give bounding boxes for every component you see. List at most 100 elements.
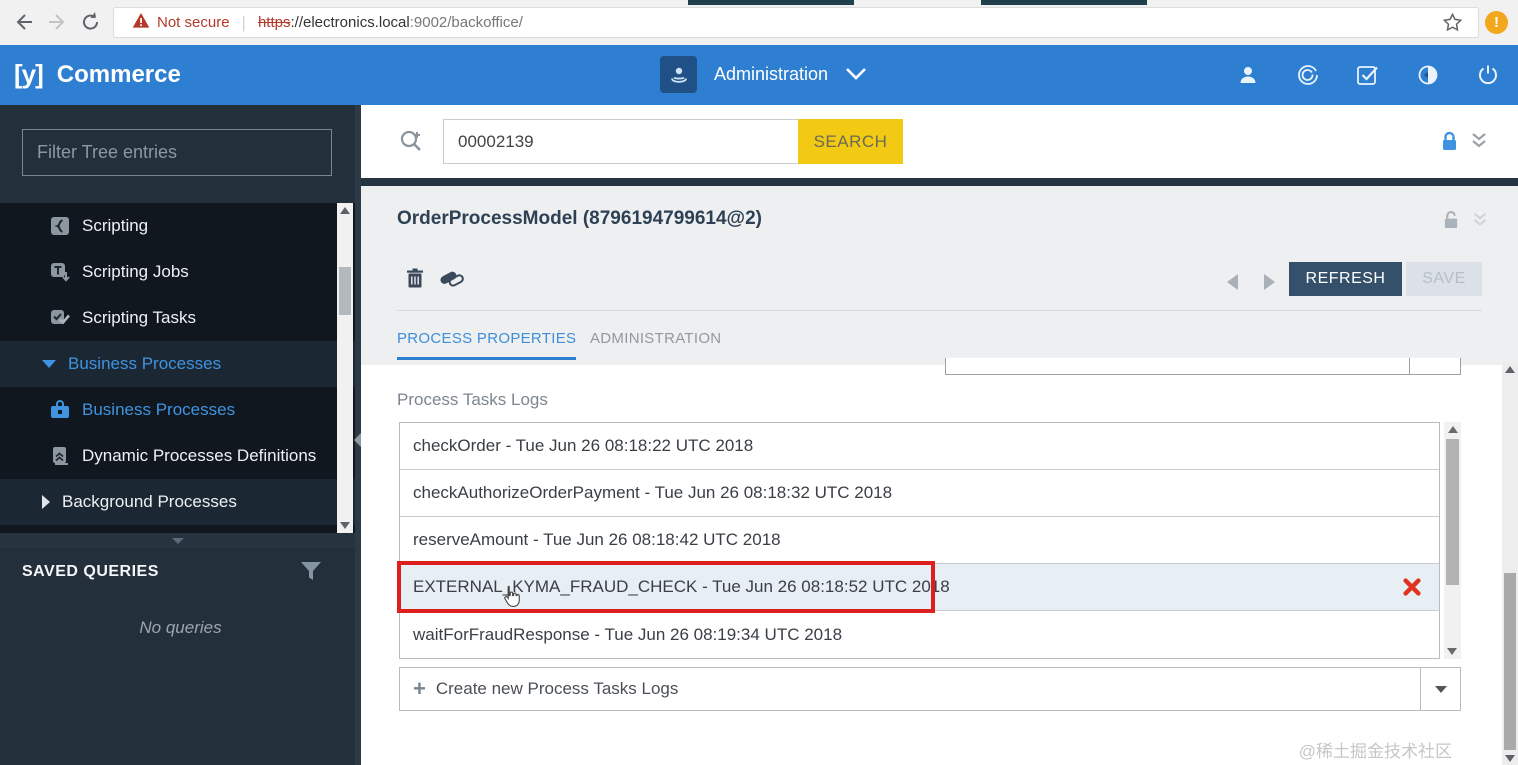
log-row[interactable]: waitForFraudResponse - Tue Jun 26 08:19:… xyxy=(400,611,1439,658)
address-bar[interactable]: Not secure | https ://electronics.local … xyxy=(113,7,1479,38)
script-icon xyxy=(50,216,70,236)
editor-header: OrderProcessModel (8796194799614@2) xyxy=(361,186,1518,250)
scroll-icon xyxy=(50,446,70,466)
forward-button[interactable] xyxy=(45,9,71,35)
tasks-check-icon[interactable] xyxy=(1338,63,1398,87)
browser-chrome: Not secure | https ://electronics.local … xyxy=(0,0,1518,45)
log-row[interactable]: checkOrder - Tue Jun 26 08:18:22 UTC 201… xyxy=(400,423,1439,470)
tree-item-label: Dynamic Processes Definitions xyxy=(82,446,317,465)
collapse-chevrons-icon[interactable] xyxy=(1469,131,1489,156)
search-button[interactable]: SEARCH xyxy=(798,119,903,164)
tree-filter-input[interactable] xyxy=(22,129,332,176)
clipped-combobox[interactable] xyxy=(945,358,1461,375)
scroll-up-icon[interactable] xyxy=(1447,426,1458,433)
editor-content: Process Tasks Logs checkOrder - Tue Jun … xyxy=(361,358,1502,765)
brand: [y] Commerce xyxy=(14,59,181,90)
next-item-icon[interactable] xyxy=(1264,274,1275,290)
caret-right-icon[interactable] xyxy=(42,495,50,509)
list-scrollbar[interactable] xyxy=(1444,422,1461,659)
create-dropdown-button[interactable] xyxy=(1420,667,1461,711)
perspective-label: Administration xyxy=(714,64,829,84)
save-button[interactable]: SAVE xyxy=(1406,262,1482,296)
section-divider xyxy=(361,178,1518,186)
tree-item-business-processes[interactable]: Business Processes xyxy=(0,341,361,387)
perspective-switcher[interactable]: Administration xyxy=(660,56,868,93)
warning-triangle-icon xyxy=(132,12,150,33)
scrollbar-thumb[interactable] xyxy=(339,267,351,315)
remove-entry-icon[interactable] xyxy=(1403,578,1421,596)
browser-tab-remnant[interactable] xyxy=(688,0,854,5)
collapse-chevrons-icon[interactable] xyxy=(1471,211,1489,234)
administration-icon xyxy=(660,56,697,93)
address-separator: | xyxy=(241,12,246,32)
navigation-tree: Scripting Scripting Jobs Scripting Tasks Bu… xyxy=(0,203,361,533)
navigation-sidebar: Scripting Scripting Jobs Scripting Tasks Bu… xyxy=(0,105,361,765)
watermark-text: @稀土掘金技术社区 xyxy=(1298,742,1452,761)
scrollbar-thumb[interactable] xyxy=(1504,573,1516,750)
not-secure-label: Not secure xyxy=(157,14,230,31)
globe-icon[interactable] xyxy=(1398,63,1458,87)
create-new-log-button[interactable]: + Create new Process Tasks Logs xyxy=(399,667,1421,711)
tab-administration[interactable]: ADMINISTRATION xyxy=(590,330,721,347)
script-jobs-icon xyxy=(50,262,70,282)
delete-trash-icon[interactable] xyxy=(406,268,424,294)
tree-item-scripting-jobs[interactable]: Scripting Jobs xyxy=(0,249,361,295)
tree-collapse-divider[interactable] xyxy=(0,533,361,548)
brand-name: Commerce xyxy=(56,60,181,88)
tree-scrollbar[interactable] xyxy=(337,203,353,533)
scroll-up-icon[interactable] xyxy=(340,207,350,214)
refresh-button[interactable]: REFRESH xyxy=(1289,262,1402,296)
link-pills-icon[interactable] xyxy=(439,268,465,295)
tree-item-label: Scripting Jobs xyxy=(82,262,189,281)
browser-tab-remnant[interactable] xyxy=(981,0,1147,5)
tree-item-label: Business Processes xyxy=(68,354,222,373)
scroll-down-icon[interactable] xyxy=(1447,648,1457,655)
appbar-actions xyxy=(1218,45,1518,105)
log-row[interactable]: reserveAmount - Tue Jun 26 08:18:42 UTC … xyxy=(400,517,1439,564)
app-header: [y] Commerce Administration xyxy=(0,45,1518,105)
backoffice-screen: Not secure | https ://electronics.local … xyxy=(0,0,1518,765)
tree-item-label: Business Processes xyxy=(82,400,236,419)
collapse-caret-icon xyxy=(172,538,184,544)
advanced-search-icon[interactable] xyxy=(397,127,425,160)
tree-item-label: Scripting xyxy=(82,216,149,235)
plus-icon: + xyxy=(413,676,426,701)
tree-item-scripting[interactable]: Scripting xyxy=(0,203,361,249)
log-row[interactable]: checkAuthorizeOrderPayment - Tue Jun 26 … xyxy=(400,470,1439,517)
mouse-cursor-icon xyxy=(500,584,522,610)
tree-item-dynamic-processes-definitions[interactable]: Dynamic Processes Definitions xyxy=(0,433,361,479)
caret-down-icon[interactable] xyxy=(42,360,56,368)
previous-item-icon[interactable] xyxy=(1227,274,1238,290)
extension-alert-icon[interactable]: ! xyxy=(1485,11,1508,34)
log-entry-text: reserveAmount - Tue Jun 26 08:18:42 UTC … xyxy=(413,530,781,549)
process-tasks-logs-list: checkOrder - Tue Jun 26 08:18:22 UTC 201… xyxy=(397,422,1440,659)
tree-item-business-processes[interactable]: Business Processes xyxy=(0,387,361,433)
lock-icon[interactable] xyxy=(1441,131,1458,157)
create-new-log-label: Create new Process Tasks Logs xyxy=(435,679,679,698)
tab-process-properties[interactable]: PROCESS PROPERTIES xyxy=(397,330,577,360)
url-path: :9002/backoffice/ xyxy=(409,14,523,31)
log-row[interactable]: EXTERNAL_KYMA_FRAUD_CHECK - Tue Jun 26 0… xyxy=(397,561,1439,613)
user-icon[interactable] xyxy=(1218,64,1278,86)
splitter-collapse-icon[interactable] xyxy=(354,433,361,447)
filter-funnel-icon[interactable] xyxy=(299,560,323,587)
history-icon[interactable] xyxy=(1278,63,1338,87)
hybris-logo: [y] xyxy=(14,59,44,89)
page-scrollbar[interactable] xyxy=(1502,362,1518,765)
script-tasks-icon xyxy=(50,308,70,328)
scroll-down-icon[interactable] xyxy=(1505,755,1515,762)
logout-power-icon[interactable] xyxy=(1458,63,1518,87)
bookmark-star-icon[interactable] xyxy=(1441,11,1464,38)
tree-item-background-processes[interactable]: Background Processes xyxy=(0,479,361,525)
url-scheme: https xyxy=(257,14,291,31)
search-input[interactable] xyxy=(443,119,799,164)
process-tasks-logs-label: Process Tasks Logs xyxy=(397,390,548,409)
scrollbar-thumb[interactable] xyxy=(1446,439,1459,585)
tree-item-label: Background Processes xyxy=(62,492,237,511)
scroll-up-icon[interactable] xyxy=(1505,366,1515,373)
unlock-icon[interactable] xyxy=(1443,210,1459,235)
refresh-button[interactable] xyxy=(78,9,104,35)
scroll-down-icon[interactable] xyxy=(340,522,350,529)
tree-item-scripting-tasks[interactable]: Scripting Tasks xyxy=(0,295,361,341)
back-button[interactable] xyxy=(10,9,36,35)
